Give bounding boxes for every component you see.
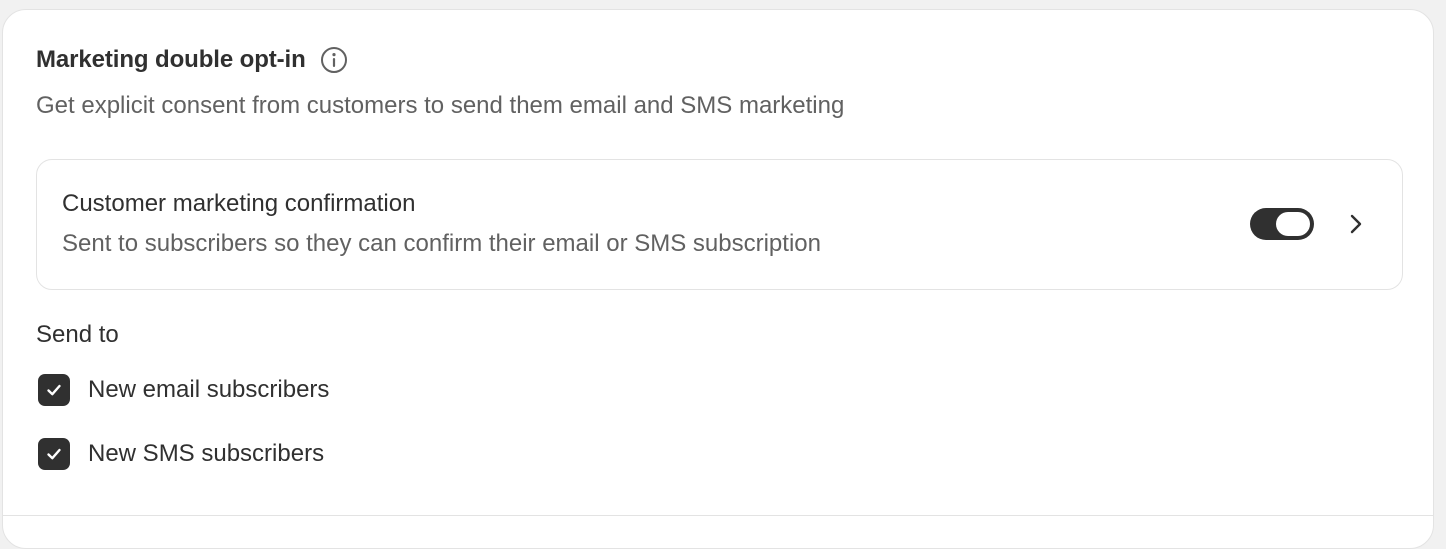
confirmation-toggle[interactable] <box>1250 208 1314 240</box>
section-subtitle: Get explicit consent from customers to s… <box>36 92 845 119</box>
chevron-right-icon[interactable] <box>1342 210 1370 238</box>
new-sms-subscribers-option[interactable]: New SMS subscribers <box>38 438 324 470</box>
customer-marketing-confirmation-row[interactable]: Customer marketing confirmation Sent to … <box>36 159 1403 290</box>
section-header: Marketing double opt-in <box>36 46 348 74</box>
sms-subscribers-checkbox[interactable] <box>38 438 70 470</box>
notification-description: Sent to subscribers so they can confirm … <box>62 230 821 257</box>
toggle-knob <box>1276 212 1310 236</box>
checkmark-icon <box>47 448 61 460</box>
marketing-double-opt-in-card: Marketing double opt-in Get explicit con… <box>2 9 1434 549</box>
checkmark-icon <box>47 384 61 396</box>
info-icon[interactable] <box>320 46 348 74</box>
email-subscribers-checkbox[interactable] <box>38 374 70 406</box>
send-to-label: Send to <box>36 321 119 348</box>
email-subscribers-label: New email subscribers <box>88 376 330 403</box>
notification-title: Customer marketing confirmation <box>62 190 416 217</box>
new-email-subscribers-option[interactable]: New email subscribers <box>38 374 329 406</box>
card-footer-divider <box>3 515 1433 516</box>
sms-subscribers-label: New SMS subscribers <box>88 440 325 467</box>
section-title: Marketing double opt-in <box>36 46 306 73</box>
